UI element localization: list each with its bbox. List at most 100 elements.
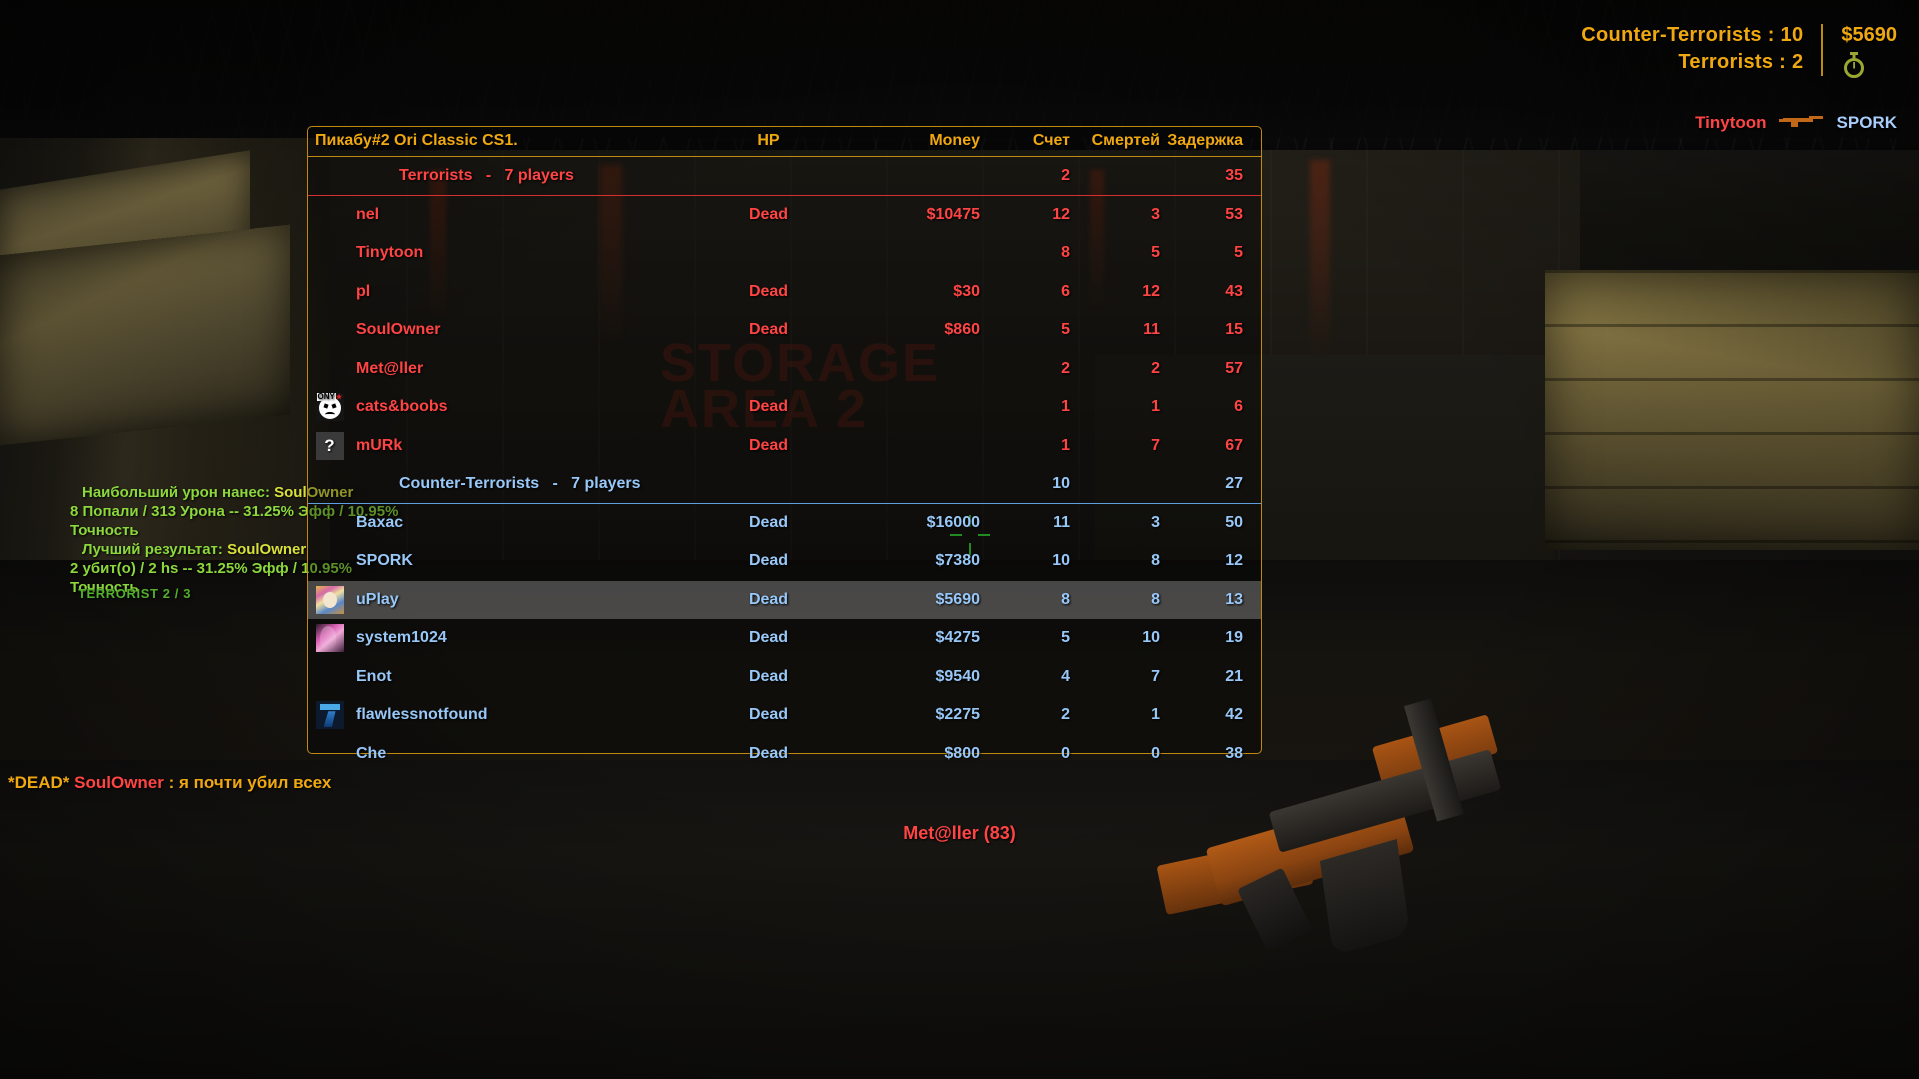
scoreboard-player-row[interactable]: system1024 Dead $4275 5 10 19 bbox=[308, 619, 1261, 658]
weapon-magazine bbox=[1319, 838, 1411, 957]
player-score: 2 bbox=[1061, 706, 1070, 724]
player-avatar-cell bbox=[308, 585, 351, 614]
scoreboard-rows: Terrorists - 7 players 2 35 nel Dead $10475 12… bbox=[308, 157, 1261, 773]
player-name: Baxac bbox=[356, 513, 404, 531]
player-deaths: 1 bbox=[1151, 398, 1160, 416]
player-ping: 12 bbox=[1225, 552, 1243, 570]
player-money: $860 bbox=[944, 321, 980, 339]
player-deaths: 7 bbox=[1151, 667, 1160, 685]
scoreboard-panel[interactable]: Пикабу#2 Ori Classic CS1. HP Money Счет … bbox=[307, 126, 1262, 762]
scoreboard-player-row[interactable]: uPlay Dead $5690 8 8 13 bbox=[308, 580, 1261, 619]
scoreboard-player-row[interactable]: Che Dead $800 0 0 38 bbox=[308, 735, 1261, 774]
scoreboard-header: Пикабу#2 Ori Classic CS1. HP Money Счет … bbox=[308, 127, 1261, 157]
player-deaths: 0 bbox=[1151, 744, 1160, 762]
ak47-icon bbox=[1778, 112, 1825, 133]
player-hp: Dead bbox=[748, 205, 789, 223]
team-total-ping: 35 bbox=[1225, 166, 1243, 184]
question-avatar: ? bbox=[315, 431, 344, 460]
scoreboard-player-row[interactable]: Baxac Dead $16000 11 3 50 bbox=[308, 504, 1261, 543]
player-hp: Dead bbox=[748, 282, 789, 300]
player-deaths: 1 bbox=[1151, 706, 1160, 724]
player-money: $16000 bbox=[926, 513, 980, 531]
column-header-ping: Задержка bbox=[1167, 132, 1243, 149]
player-name: cats&boobs bbox=[356, 398, 448, 416]
game-screen: STORAGE AREA 2 Counter-Terrorists : 10 T… bbox=[0, 0, 1919, 1079]
player-score: 4 bbox=[1061, 667, 1070, 685]
player-name: Tinytoon bbox=[356, 244, 424, 262]
player-score: 6 bbox=[1061, 282, 1070, 300]
system-avatar bbox=[315, 624, 344, 653]
player-score: 1 bbox=[1061, 436, 1070, 454]
hud-team-scores: Counter-Terrorists : 10 Terrorists : 2 bbox=[1581, 22, 1821, 76]
player-ping: 21 bbox=[1225, 667, 1243, 685]
player-deaths: 8 bbox=[1151, 590, 1160, 608]
player-score: 5 bbox=[1061, 629, 1070, 647]
column-header-hp: HP bbox=[757, 132, 780, 149]
player-name: mURk bbox=[356, 436, 403, 454]
scoreboard-player-row[interactable]: pl Dead $30 6 12 43 bbox=[308, 273, 1261, 312]
player-hp: Dead bbox=[748, 629, 789, 647]
player-deaths: 2 bbox=[1151, 359, 1160, 377]
player-deaths: 3 bbox=[1151, 513, 1160, 531]
player-ping: 67 bbox=[1225, 436, 1243, 454]
player-ping: 50 bbox=[1225, 513, 1243, 531]
player-score: 8 bbox=[1061, 590, 1070, 608]
hud-ct-value: 10 bbox=[1780, 24, 1804, 46]
player-avatar-cell bbox=[308, 624, 351, 653]
player-hp: Dead bbox=[748, 513, 789, 531]
player-name: Enot bbox=[356, 667, 392, 685]
chat-text: я почти убил всех bbox=[179, 773, 332, 792]
player-hp: Dead bbox=[748, 744, 789, 762]
scoreboard-player-row[interactable]: flawlessnotfound Dead $2275 2 1 42 bbox=[308, 696, 1261, 735]
player-name: flawlessnotfound bbox=[356, 706, 488, 724]
player-name: system1024 bbox=[356, 629, 447, 647]
hud-ct-score-row: Counter-Terrorists : 10 bbox=[1581, 22, 1803, 49]
scoreboard-player-row[interactable]: SoulOwner Dead $860 5 11 15 bbox=[308, 311, 1261, 350]
column-header-deaths: Смертей bbox=[1091, 132, 1160, 149]
scoreboard-team-header: Counter-Terrorists - 7 players 10 27 bbox=[308, 465, 1261, 504]
player-score: 5 bbox=[1061, 321, 1070, 339]
player-hp: Dead bbox=[748, 398, 789, 416]
hud-t-value: 2 bbox=[1791, 51, 1804, 73]
team-total-score: 2 bbox=[1061, 166, 1070, 184]
player-ping: 5 bbox=[1234, 244, 1243, 262]
player-name: uPlay bbox=[356, 590, 399, 608]
chat-dead-tag: *DEAD* bbox=[8, 773, 70, 792]
best-stat-player: SoulOwner bbox=[227, 541, 307, 558]
chat-sender: SoulOwner bbox=[74, 773, 164, 792]
player-ping: 38 bbox=[1225, 744, 1243, 762]
stopwatch-icon bbox=[1841, 51, 1897, 84]
scoreboard-player-row[interactable]: ONY cats&boobs Dead 1 1 6 bbox=[308, 388, 1261, 427]
column-header-score: Счет bbox=[1032, 132, 1070, 149]
scoreboard-player-row[interactable]: Met@ller 2 2 57 bbox=[308, 350, 1261, 389]
hud-round-score: Counter-Terrorists : 10 Terrorists : 2 $… bbox=[1581, 22, 1897, 84]
player-deaths: 11 bbox=[1143, 321, 1160, 339]
player-money: $7380 bbox=[935, 552, 981, 570]
scoreboard-player-row[interactable]: SPORK Dead $7380 10 8 12 bbox=[308, 542, 1261, 581]
scoreboard-player-row[interactable]: Tinytoon 8 5 5 bbox=[308, 234, 1261, 273]
player-name: SoulOwner bbox=[356, 321, 441, 339]
killfeed-victim: SPORK bbox=[1836, 112, 1897, 132]
scoreboard-player-row[interactable]: Enot Dead $9540 4 7 21 bbox=[308, 658, 1261, 697]
player-avatar-cell bbox=[308, 701, 351, 730]
player-score: 2 bbox=[1061, 359, 1070, 377]
hud-money-block: $5690 bbox=[1823, 22, 1897, 84]
team-alive-status: TERRORIST 2 / 3 bbox=[78, 586, 192, 601]
flawless-avatar bbox=[315, 701, 344, 730]
player-hp: Dead bbox=[748, 321, 789, 339]
uplay-avatar bbox=[315, 585, 344, 614]
cats-avatar: ONY bbox=[315, 393, 344, 422]
player-money: $10475 bbox=[926, 205, 980, 223]
player-hp: Dead bbox=[748, 706, 789, 724]
team-total-ping: 27 bbox=[1225, 474, 1243, 492]
scoreboard-team-header: Terrorists - 7 players 2 35 bbox=[308, 157, 1261, 196]
player-name: nel bbox=[356, 205, 380, 223]
scoreboard-player-row[interactable]: ? mURk Dead 1 7 67 bbox=[308, 427, 1261, 466]
player-score: 1 bbox=[1061, 398, 1070, 416]
scoreboard-player-row[interactable]: nel Dead $10475 12 3 53 bbox=[308, 196, 1261, 235]
hud-t-label: Terrorists : bbox=[1678, 51, 1787, 73]
player-name: pl bbox=[356, 282, 371, 300]
player-hp: Dead bbox=[748, 552, 789, 570]
hud-money-value: $5690 bbox=[1841, 24, 1897, 46]
killfeed-attacker: Tinytoon bbox=[1695, 112, 1767, 132]
